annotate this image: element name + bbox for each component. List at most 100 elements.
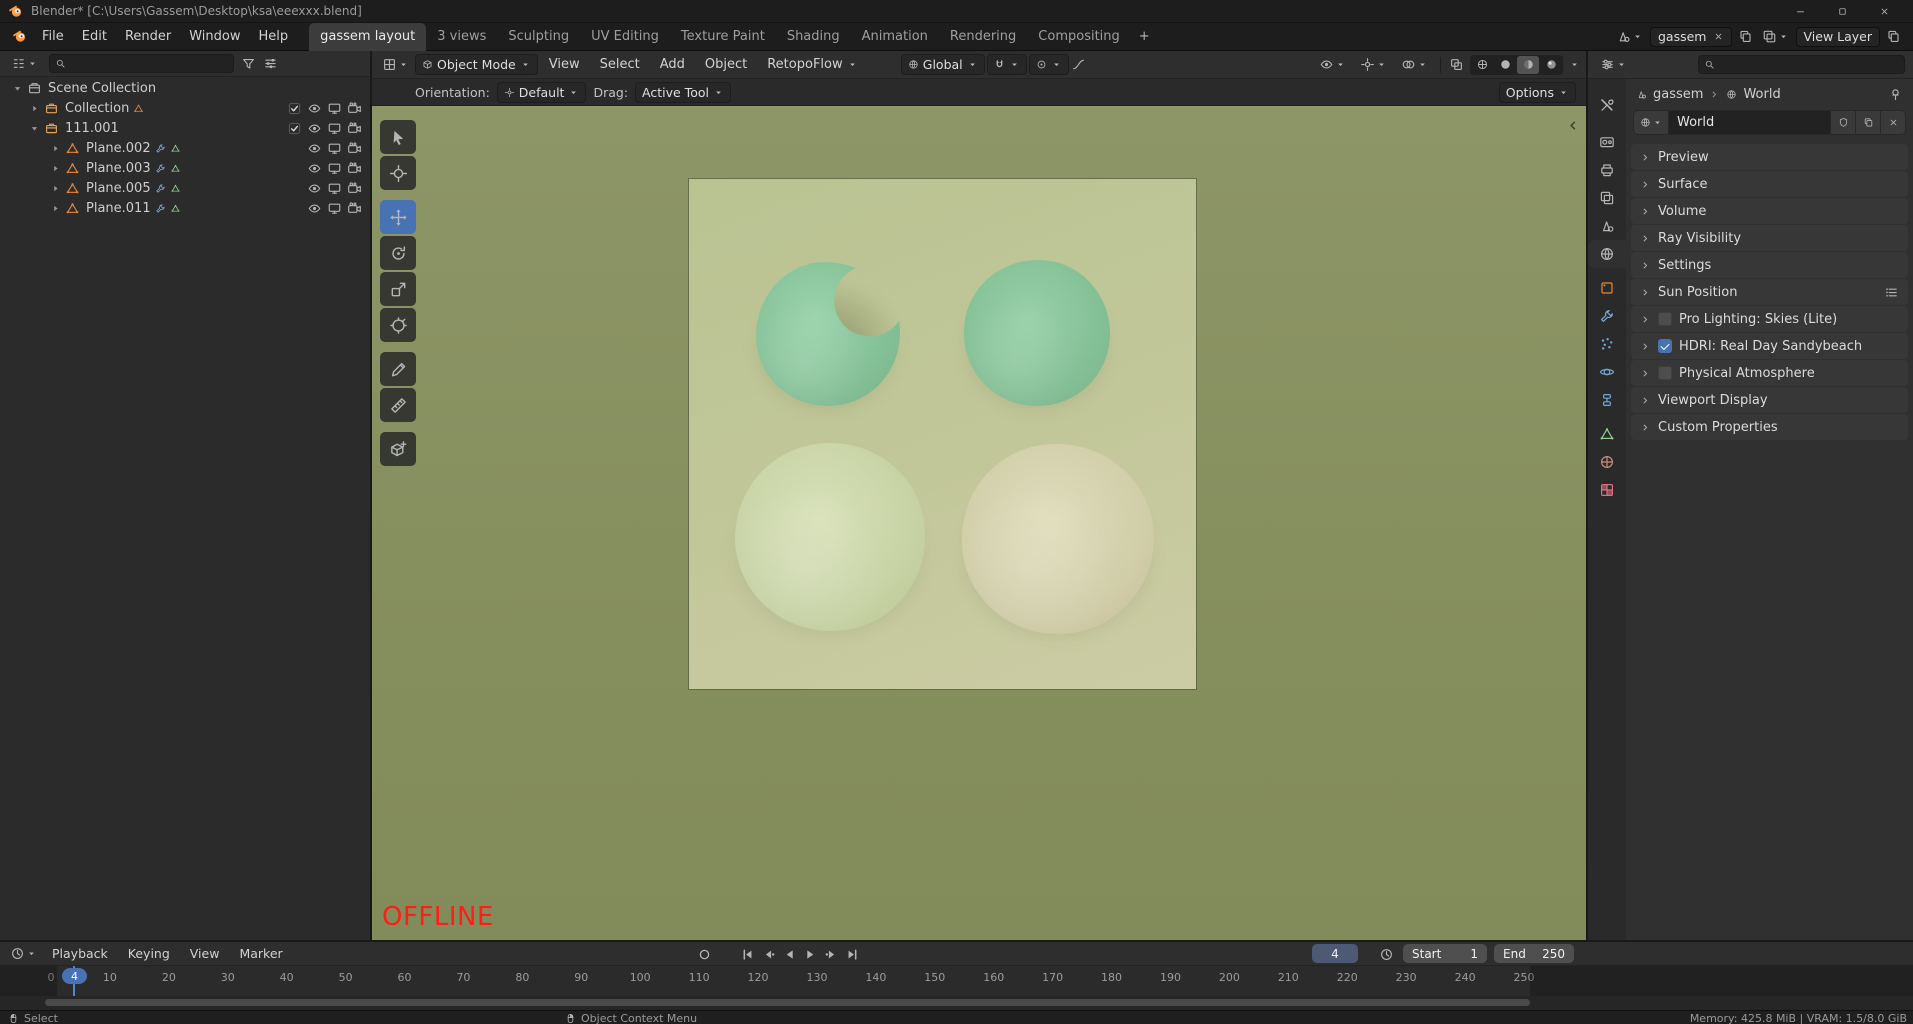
shading-rendered-button[interactable] [1540,56,1562,74]
exclude-checkbox[interactable] [287,121,302,136]
hide-eye-icon[interactable] [307,101,322,116]
filter-icon[interactable] [241,56,256,71]
tab-render[interactable] [1588,128,1626,156]
timeline-ruler[interactable]: 0 10 20 30 40 50 60 70 80 90 100 110 120 130 140 150 160… [0,966,1913,996]
menu-help[interactable]: Help [250,25,298,49]
panel-hdri-real-day-sandybeach[interactable]: HDRI: Real Day Sandybeach [1631,333,1908,359]
duplicate-data-button[interactable] [1856,110,1881,135]
workspace-tab-3-views[interactable]: 3 views [426,23,497,51]
orientation-default-dropdown[interactable]: Default [496,81,587,103]
expand-icon[interactable] [50,203,61,214]
panel-settings[interactable]: Settings [1631,252,1908,278]
tool-measure[interactable] [380,388,416,422]
tool-add-cube[interactable] [380,432,416,466]
disable-viewport-icon[interactable] [327,101,342,116]
play-reverse-button[interactable] [781,946,797,962]
disable-render-icon[interactable] [347,161,362,176]
expand-icon[interactable] [12,83,23,94]
close-button[interactable] [1863,0,1905,22]
disable-render-icon[interactable] [347,181,362,196]
current-frame-field[interactable]: 4 [1312,944,1358,963]
outliner-row-plane-003[interactable]: Plane.003 [0,158,370,178]
jump-to-end-button[interactable] [844,946,860,962]
timeline-scrollbar[interactable] [0,996,1913,1010]
workspace-tab-animation[interactable]: Animation [851,23,939,51]
filter-options-icon[interactable] [263,56,278,71]
maximize-button[interactable] [1821,0,1863,22]
cookie-bitten-green[interactable] [756,262,900,406]
visibility-dropdown[interactable] [1315,57,1350,72]
play-button[interactable] [802,946,818,962]
panel-surface[interactable]: Surface [1631,171,1908,197]
view-layer-browse-button[interactable] [1759,27,1792,46]
properties-editor-type-button[interactable] [1596,57,1631,72]
tool-annotate[interactable] [380,352,416,386]
scene-name-field[interactable]: gassem [1650,26,1732,47]
tool-rotate[interactable] [380,236,416,270]
marker-menu[interactable]: Marker [230,943,291,965]
expand-icon[interactable] [29,123,40,134]
prev-keyframe-button[interactable] [760,946,776,962]
outliner-editor-type-button[interactable] [7,56,42,71]
workspace-tab-texture-paint[interactable]: Texture Paint [670,23,776,51]
tab-constraints[interactable] [1588,386,1626,414]
cookie-green[interactable] [964,260,1110,406]
tab-object-data[interactable] [1588,420,1626,448]
blender-menu-button[interactable] [6,29,33,44]
panel-ray-visibility[interactable]: Ray Visibility [1631,225,1908,251]
tool-cursor[interactable] [380,156,416,190]
shading-wireframe-button[interactable] [1471,56,1493,74]
outliner-row-scene-collection[interactable]: Scene Collection [0,78,370,98]
shading-solid-button[interactable] [1494,56,1516,74]
disable-viewport-icon[interactable] [327,121,342,136]
breadcrumb-world[interactable]: World [1743,87,1780,102]
snap-dropdown[interactable] [986,54,1027,75]
view-layer-field[interactable]: View Layer [1795,26,1880,47]
tab-material[interactable] [1588,448,1626,476]
expand-icon[interactable] [50,183,61,194]
hide-eye-icon[interactable] [307,201,322,216]
workspace-tab-uv-editing[interactable]: UV Editing [580,23,670,51]
workspace-tab-compositing[interactable]: Compositing [1027,23,1131,51]
timeline-view-menu[interactable]: View [181,943,229,965]
world-browse-button[interactable] [1633,110,1669,135]
outliner-row-plane-005[interactable]: Plane.005 [0,178,370,198]
breadcrumb-scene[interactable]: gassem [1653,87,1703,102]
expand-icon[interactable] [29,103,40,114]
mode-dropdown[interactable]: Object Mode [415,54,538,75]
hide-eye-icon[interactable] [307,121,322,136]
hide-eye-icon[interactable] [307,181,322,196]
disable-viewport-icon[interactable] [327,201,342,216]
disable-viewport-icon[interactable] [327,141,342,156]
new-view-layer-button[interactable] [1884,27,1903,46]
cookie-pale-green[interactable] [735,443,925,631]
exclude-checkbox[interactable] [287,101,302,116]
shading-options-icon[interactable] [1569,59,1580,70]
keying-menu[interactable]: Keying [119,943,179,965]
shading-material-button[interactable] [1517,55,1539,74]
pro-lighting-checkbox[interactable] [1658,312,1672,326]
tab-object[interactable] [1588,274,1626,302]
tool-scale[interactable] [380,272,416,306]
outliner-search-input[interactable] [49,54,234,73]
falloff-curve-icon[interactable] [1071,57,1086,72]
tab-particles[interactable] [1588,330,1626,358]
hide-eye-icon[interactable] [307,161,322,176]
disable-render-icon[interactable] [347,121,362,136]
drag-dropdown[interactable]: Active Tool [635,81,731,103]
workspace-tab-shading[interactable]: Shading [776,23,851,51]
start-frame-field[interactable]: Start 1 [1403,944,1487,963]
menu-render[interactable]: Render [116,25,180,49]
transform-orientation-dropdown[interactable]: Global [900,54,985,75]
outliner-row-plane-002[interactable]: Plane.002 [0,138,370,158]
disable-render-icon[interactable] [347,141,362,156]
workspace-tab-gassem-layout[interactable]: gassem layout [309,22,427,51]
tab-view-layer[interactable] [1588,184,1626,212]
auto-key-button[interactable] [696,946,712,962]
panel-physical-atmosphere[interactable]: Physical Atmosphere [1631,360,1908,386]
tab-modifiers[interactable] [1588,302,1626,330]
add-workspace-button[interactable]: + [1131,23,1158,51]
tab-physics[interactable] [1588,358,1626,386]
outliner-row-111-001[interactable]: 111.001 [0,118,370,138]
unlink-data-button[interactable] [1881,110,1906,135]
